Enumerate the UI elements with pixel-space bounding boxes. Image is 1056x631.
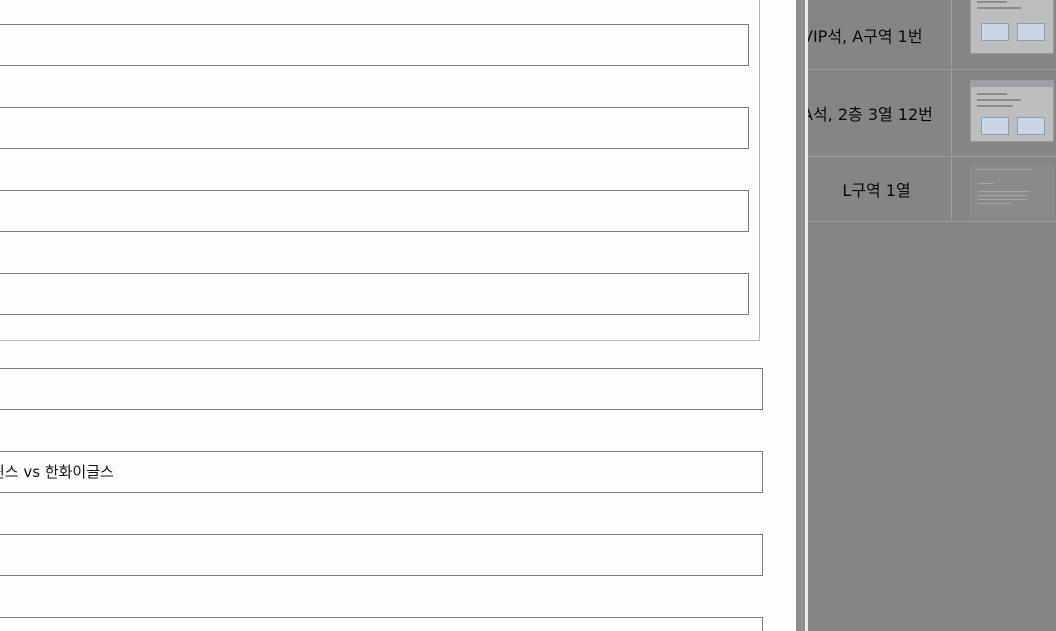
form-field-2[interactable] xyxy=(0,107,749,149)
seat-label: L구역 1열 xyxy=(842,181,911,200)
seat-cell: A석, 2층 3열 12번 xyxy=(808,70,952,156)
form-field-4[interactable] xyxy=(0,273,749,315)
seat-label: A석, 2층 3열 12번 xyxy=(808,105,933,124)
pane-splitter[interactable] xyxy=(796,0,808,631)
ticket-list-pane: VIP석, A구역 1번 A석, 2층 3열 12번 L구역 1열 xyxy=(808,0,1056,631)
seat-cell: VIP석, A구역 1번 xyxy=(808,0,952,69)
form-field-8[interactable] xyxy=(0,617,763,631)
ticket-row[interactable]: VIP석, A구역 1번 xyxy=(808,0,1056,70)
seat-screenshot-thumbnail[interactable] xyxy=(970,0,1054,54)
ticket-row[interactable]: A석, 2층 3열 12번 xyxy=(808,70,1056,157)
form-field-5[interactable] xyxy=(0,368,763,410)
seat-screenshot-thumbnail[interactable] xyxy=(970,80,1054,142)
document-thumbnail[interactable] xyxy=(970,165,1054,217)
form-field-7[interactable] xyxy=(0,534,763,576)
seat-label: VIP석, A구역 1번 xyxy=(808,26,923,46)
form-field-3[interactable] xyxy=(0,190,749,232)
match-name-field[interactable]: 윈스 vs 한화이글스 xyxy=(0,451,763,493)
ticket-row[interactable]: L구역 1열 xyxy=(808,157,1056,222)
ticket-form-pane: 윈스 vs 한화이글스 xyxy=(0,0,796,631)
seat-cell: L구역 1열 xyxy=(808,157,952,221)
form-field-1[interactable] xyxy=(0,24,749,66)
